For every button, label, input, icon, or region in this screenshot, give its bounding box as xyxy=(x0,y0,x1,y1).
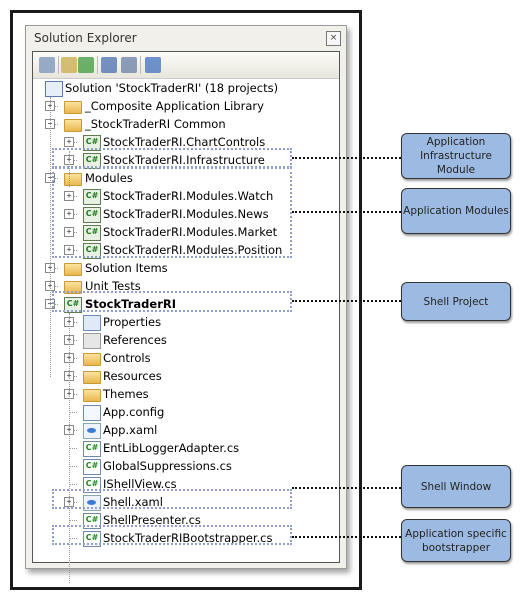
tree-connector xyxy=(50,97,51,377)
class-diagram-icon[interactable] xyxy=(121,57,137,73)
refresh-icon[interactable] xyxy=(78,57,94,73)
highlight-box xyxy=(52,167,292,258)
callout-leader xyxy=(292,157,401,159)
folder-icon xyxy=(83,371,101,384)
folder-icon xyxy=(83,389,101,402)
tree-item[interactable]: + App.xaml xyxy=(33,421,333,439)
callout-box: Application specific bootstrapper xyxy=(401,519,511,562)
folder-icon xyxy=(64,101,82,114)
config-file-icon xyxy=(83,405,101,421)
tree-item-label: App.config xyxy=(103,405,165,419)
tree-item[interactable]: + _Composite Application Library xyxy=(33,97,333,115)
folder-icon xyxy=(64,119,82,132)
tree-item-label: Properties xyxy=(103,315,162,329)
tree-item-label: _StockTraderRI Common xyxy=(85,117,226,131)
highlight-box xyxy=(52,291,292,312)
callout-box: Application Modules xyxy=(401,188,511,234)
callout-text: Application Infrastructure Module xyxy=(420,136,492,176)
view-code-icon[interactable] xyxy=(101,57,117,73)
callout-box: Application Infrastructure Module xyxy=(401,133,511,179)
tree-connector xyxy=(69,448,77,449)
tree-item[interactable]: App.config xyxy=(33,403,333,421)
callout-leader xyxy=(292,300,401,302)
solution-icon xyxy=(45,81,63,97)
tree-item[interactable]: + Solution Items xyxy=(33,259,333,277)
tree-item-label: App.xaml xyxy=(103,423,158,437)
tree-connector xyxy=(69,484,77,485)
tree-item-label: GlobalSuppressions.cs xyxy=(103,459,232,473)
tree-item-label: Solution 'StockTraderRI' (18 projects) xyxy=(65,81,279,95)
tree-item[interactable]: + Resources xyxy=(33,367,333,385)
properties-icon xyxy=(83,315,101,331)
tree-item-label: Themes xyxy=(103,387,149,401)
callout-leader xyxy=(292,487,401,489)
highlight-box xyxy=(52,525,292,545)
tree-item[interactable]: C# GlobalSuppressions.cs xyxy=(33,457,333,475)
toolbar-separator xyxy=(140,56,141,74)
tree-item[interactable]: C# EntLibLoggerAdapter.cs xyxy=(33,439,333,457)
xaml-file-icon xyxy=(83,423,101,439)
tree-item[interactable]: − _StockTraderRI Common xyxy=(33,115,333,133)
folder-icon xyxy=(64,263,82,276)
tree-item[interactable]: + Controls xyxy=(33,349,333,367)
toolbar-separator xyxy=(58,56,59,74)
toolbar-separator xyxy=(97,56,98,74)
csharp-file-icon: C# xyxy=(83,441,101,457)
tree-item[interactable]: + References xyxy=(33,331,333,349)
tree-item-label: References xyxy=(103,333,167,347)
tree-connector xyxy=(69,466,77,467)
tree-connector xyxy=(69,412,77,413)
folder-icon xyxy=(83,353,101,366)
copy-website-icon[interactable] xyxy=(145,57,161,73)
callout-leader xyxy=(292,211,401,213)
callout-box: Shell Window xyxy=(401,465,511,508)
references-icon xyxy=(83,333,101,349)
highlight-box xyxy=(52,489,292,509)
tree-item-label: Controls xyxy=(103,351,151,365)
tree-item-label: Solution Items xyxy=(85,261,168,275)
tree-item[interactable]: Solution 'StockTraderRI' (18 projects) xyxy=(33,79,333,97)
callout-text: Shell Window xyxy=(420,480,492,493)
callout-leader xyxy=(292,536,401,538)
tree-item-label: EntLibLoggerAdapter.cs xyxy=(103,441,240,455)
callout-text: Shell Project xyxy=(423,295,489,308)
tree-item-label: _Composite Application Library xyxy=(85,99,264,113)
show-all-files-icon[interactable] xyxy=(61,57,77,73)
csharp-file-icon: C# xyxy=(83,459,101,475)
callout-box: Shell Project xyxy=(401,282,511,321)
tree-item-label: Resources xyxy=(103,369,162,383)
tree-item[interactable]: + Properties xyxy=(33,313,333,331)
callout-text: Application specific bootstrapper xyxy=(405,527,507,554)
tree-connector xyxy=(69,520,77,521)
toolbar xyxy=(33,52,339,79)
panel-title: Solution Explorer xyxy=(34,31,137,45)
callout-text: Application Modules xyxy=(403,205,509,217)
properties-icon[interactable] xyxy=(39,57,55,73)
highlight-box xyxy=(52,148,292,168)
close-icon[interactable]: × xyxy=(326,31,341,46)
tree-item[interactable]: + Themes xyxy=(33,385,333,403)
expand-icon[interactable]: + xyxy=(64,137,74,147)
